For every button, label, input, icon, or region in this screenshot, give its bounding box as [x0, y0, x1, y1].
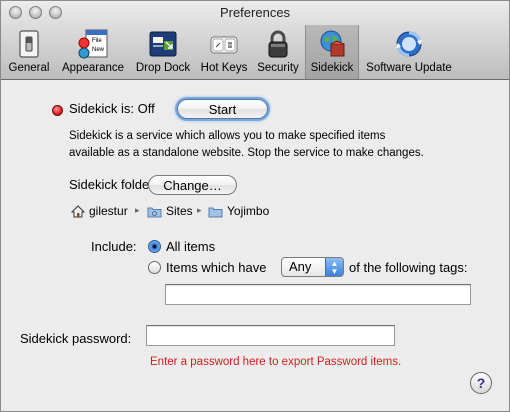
path-item-yojimbo[interactable]: Yojimbo	[227, 204, 269, 218]
path-item-home[interactable]: gilestur	[89, 204, 128, 218]
sidekick-description-line2: available as a standalone website. Stop …	[69, 147, 424, 159]
path-item-sites[interactable]: Sites	[166, 204, 193, 218]
path-separator-icon: ▸	[197, 205, 202, 215]
toolbar-item-software-update[interactable]: Software Update	[361, 25, 457, 79]
change-folder-button[interactable]: Change…	[148, 175, 237, 195]
toolbar-item-label: Sidekick	[310, 62, 354, 74]
appearance-icon-file-text: File	[92, 38, 102, 44]
padlock-icon	[268, 30, 288, 58]
folder-icon	[208, 207, 223, 218]
toolbar-item-label: Software Update	[366, 62, 452, 74]
globe-box-icon	[320, 30, 345, 57]
help-button[interactable]: ?	[470, 372, 492, 394]
toolbar-item-general[interactable]: General	[5, 25, 53, 79]
drop-dock-icon	[149, 31, 177, 57]
window-title: Preferences	[219, 5, 291, 20]
toolbar-item-security[interactable]: Security	[253, 25, 303, 79]
include-tagged-items-radio[interactable]	[148, 261, 161, 274]
toolbar-item-appearance[interactable]: File New Appearance	[57, 25, 129, 79]
toolbar-item-label: Security	[257, 62, 299, 74]
toolbar-item-label: Drop Dock	[135, 62, 191, 74]
appearance-window-icon: File New	[78, 29, 108, 59]
toolbar-item-label: Hot Keys	[200, 62, 248, 74]
tag-match-popup[interactable]: Any ▲ ▼	[281, 257, 344, 277]
keyboard-keys-icon	[210, 36, 238, 54]
home-icon	[71, 205, 85, 218]
password-warning: Enter a password here to export Password…	[150, 356, 402, 368]
sidekick-folder-label: Sidekick folder:	[69, 177, 158, 192]
include-all-items-label[interactable]: All items	[166, 239, 215, 254]
toolbar-item-label: Appearance	[61, 62, 125, 74]
sidekick-status-label: Sidekick is: Off	[69, 101, 155, 116]
popup-arrows-icon: ▲ ▼	[325, 258, 343, 276]
tag-match-value: Any	[289, 259, 312, 274]
tags-input[interactable]	[165, 284, 471, 305]
sidekick-description-line1: Sidekick is a service which allows you t…	[69, 130, 386, 142]
path-separator-icon: ▸	[135, 205, 140, 215]
sidekick-pane: Sidekick is: Off Start Sidekick is a ser…	[1, 80, 509, 411]
include-all-items-radio[interactable]	[148, 240, 161, 253]
appearance-icon-new-text: New	[92, 47, 105, 53]
include-label: Include:	[91, 239, 137, 254]
toolbar-item-hot-keys[interactable]: Hot Keys	[197, 25, 251, 79]
password-input[interactable]	[146, 325, 395, 346]
status-indicator-icon	[52, 105, 63, 116]
password-label: Sidekick password:	[20, 331, 132, 346]
toolbar: Preferences General File New Appearance	[1, 1, 509, 80]
include-tagged-items-label[interactable]: Items which have	[166, 260, 266, 275]
preferences-window: Preferences General File New Appearance	[0, 0, 510, 412]
toolbar-item-sidekick[interactable]: Sidekick	[305, 25, 359, 79]
include-tagged-items-suffix: of the following tags:	[349, 260, 468, 275]
start-button[interactable]: Start	[177, 99, 268, 119]
switch-icon	[19, 30, 39, 58]
toolbar-item-label: General	[8, 62, 50, 74]
update-arrows-icon	[396, 31, 422, 57]
folder-sites-icon	[147, 207, 162, 218]
toolbar-item-drop-dock[interactable]: Drop Dock	[131, 25, 195, 79]
